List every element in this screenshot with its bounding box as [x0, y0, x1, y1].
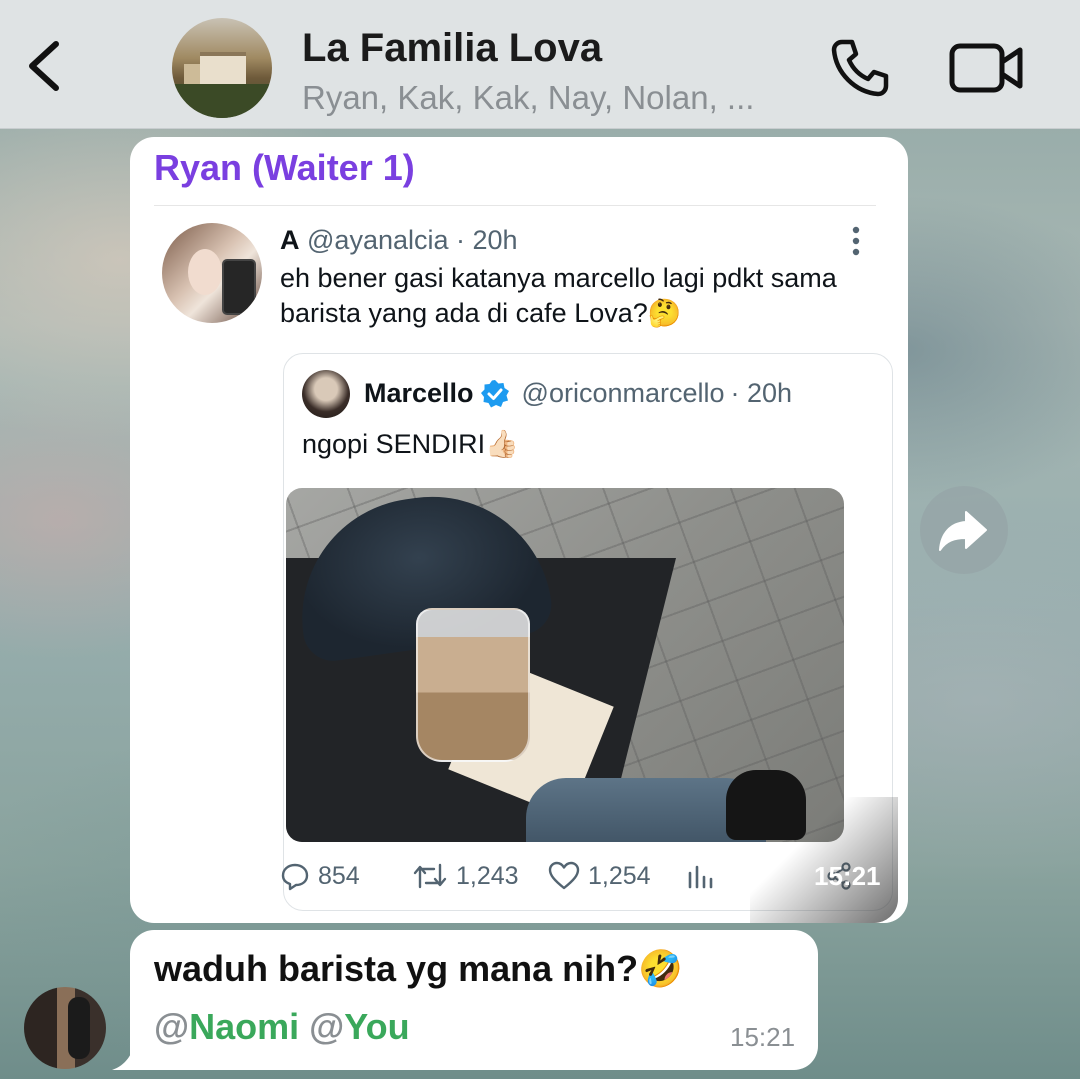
forward-message-button[interactable] [920, 486, 1008, 574]
analytics-bars-icon [688, 865, 713, 889]
verified-badge-icon [480, 379, 509, 407]
video-call-button[interactable] [948, 40, 1026, 96]
chat-header: La Familia Lova Ryan, Kak, Kak, Nay, Nol… [0, 0, 1080, 129]
forward-arrow-icon [939, 511, 987, 551]
tweet-header: A @ayanalcia · 20h [280, 225, 518, 256]
tweet-age: · 20h [456, 225, 518, 255]
divider [154, 205, 876, 206]
quoted-author-handle: @oriconmarcello [521, 378, 725, 408]
back-button[interactable] [22, 36, 70, 96]
tweet-author-handle[interactable]: @ayanalcia [307, 225, 449, 255]
tweet-author-name[interactable]: A [280, 225, 300, 255]
tweet-photo[interactable] [286, 488, 844, 842]
message-mentions: @Naomi @You [154, 1006, 410, 1048]
quoted-author-avatar [302, 370, 350, 418]
heart-icon [548, 861, 580, 890]
mention-naomi[interactable]: @Naomi [154, 1006, 299, 1047]
message-bubble-reply[interactable]: waduh barista yg mana nih?🤣 @Naomi @You … [130, 930, 818, 1070]
message-bubble-shared-tweet[interactable]: Ryan (Waiter 1) A @ayanalcia · 20h eh be… [130, 137, 908, 923]
tweet-author-avatar[interactable] [162, 223, 262, 323]
sender-avatar[interactable] [24, 987, 106, 1069]
voice-call-button[interactable] [828, 36, 892, 100]
views-button[interactable] [686, 861, 722, 891]
quoted-tweet-age: · 20h [730, 378, 793, 408]
reply-count[interactable]: 854 [280, 861, 360, 891]
group-avatar[interactable] [172, 18, 272, 118]
chevron-left-icon [29, 41, 59, 91]
message-timestamp: 15:21 [730, 1022, 796, 1052]
tweet-more-button[interactable] [844, 225, 868, 257]
phone-icon [831, 39, 889, 97]
quoted-tweet-text: ngopi SENDIRI👍🏻 [302, 429, 519, 459]
timestamp-shadow [750, 797, 898, 923]
more-vertical-icon [852, 226, 860, 256]
chat-members[interactable]: Ryan, Kak, Kak, Nay, Nolan, ... [302, 79, 754, 117]
quoted-tweet-header: Marcello @oriconmarcello · 20h [364, 378, 792, 409]
message-text: waduh barista yg mana nih?🤣 [154, 948, 683, 989]
reply-icon [281, 863, 309, 891]
chat-title[interactable]: La Familia Lova [302, 26, 602, 71]
tweet-text: eh bener gasi katanya marcello lagi pdkt… [280, 263, 837, 328]
like-count[interactable]: 1,254 [548, 861, 651, 891]
retweet-count[interactable]: 1,243 [412, 861, 519, 891]
retweet-icon [413, 863, 447, 889]
retweet-count-label: 1,243 [456, 861, 519, 890]
video-camera-icon [949, 43, 1023, 93]
quoted-author-name: Marcello [364, 378, 474, 408]
message-sender-name[interactable]: Ryan (Waiter 1) [154, 147, 415, 189]
like-count-label: 1,254 [588, 861, 651, 890]
reply-count-label: 854 [318, 861, 360, 890]
mention-you[interactable]: @You [309, 1006, 409, 1047]
message-timestamp: 15:21 [814, 861, 881, 891]
